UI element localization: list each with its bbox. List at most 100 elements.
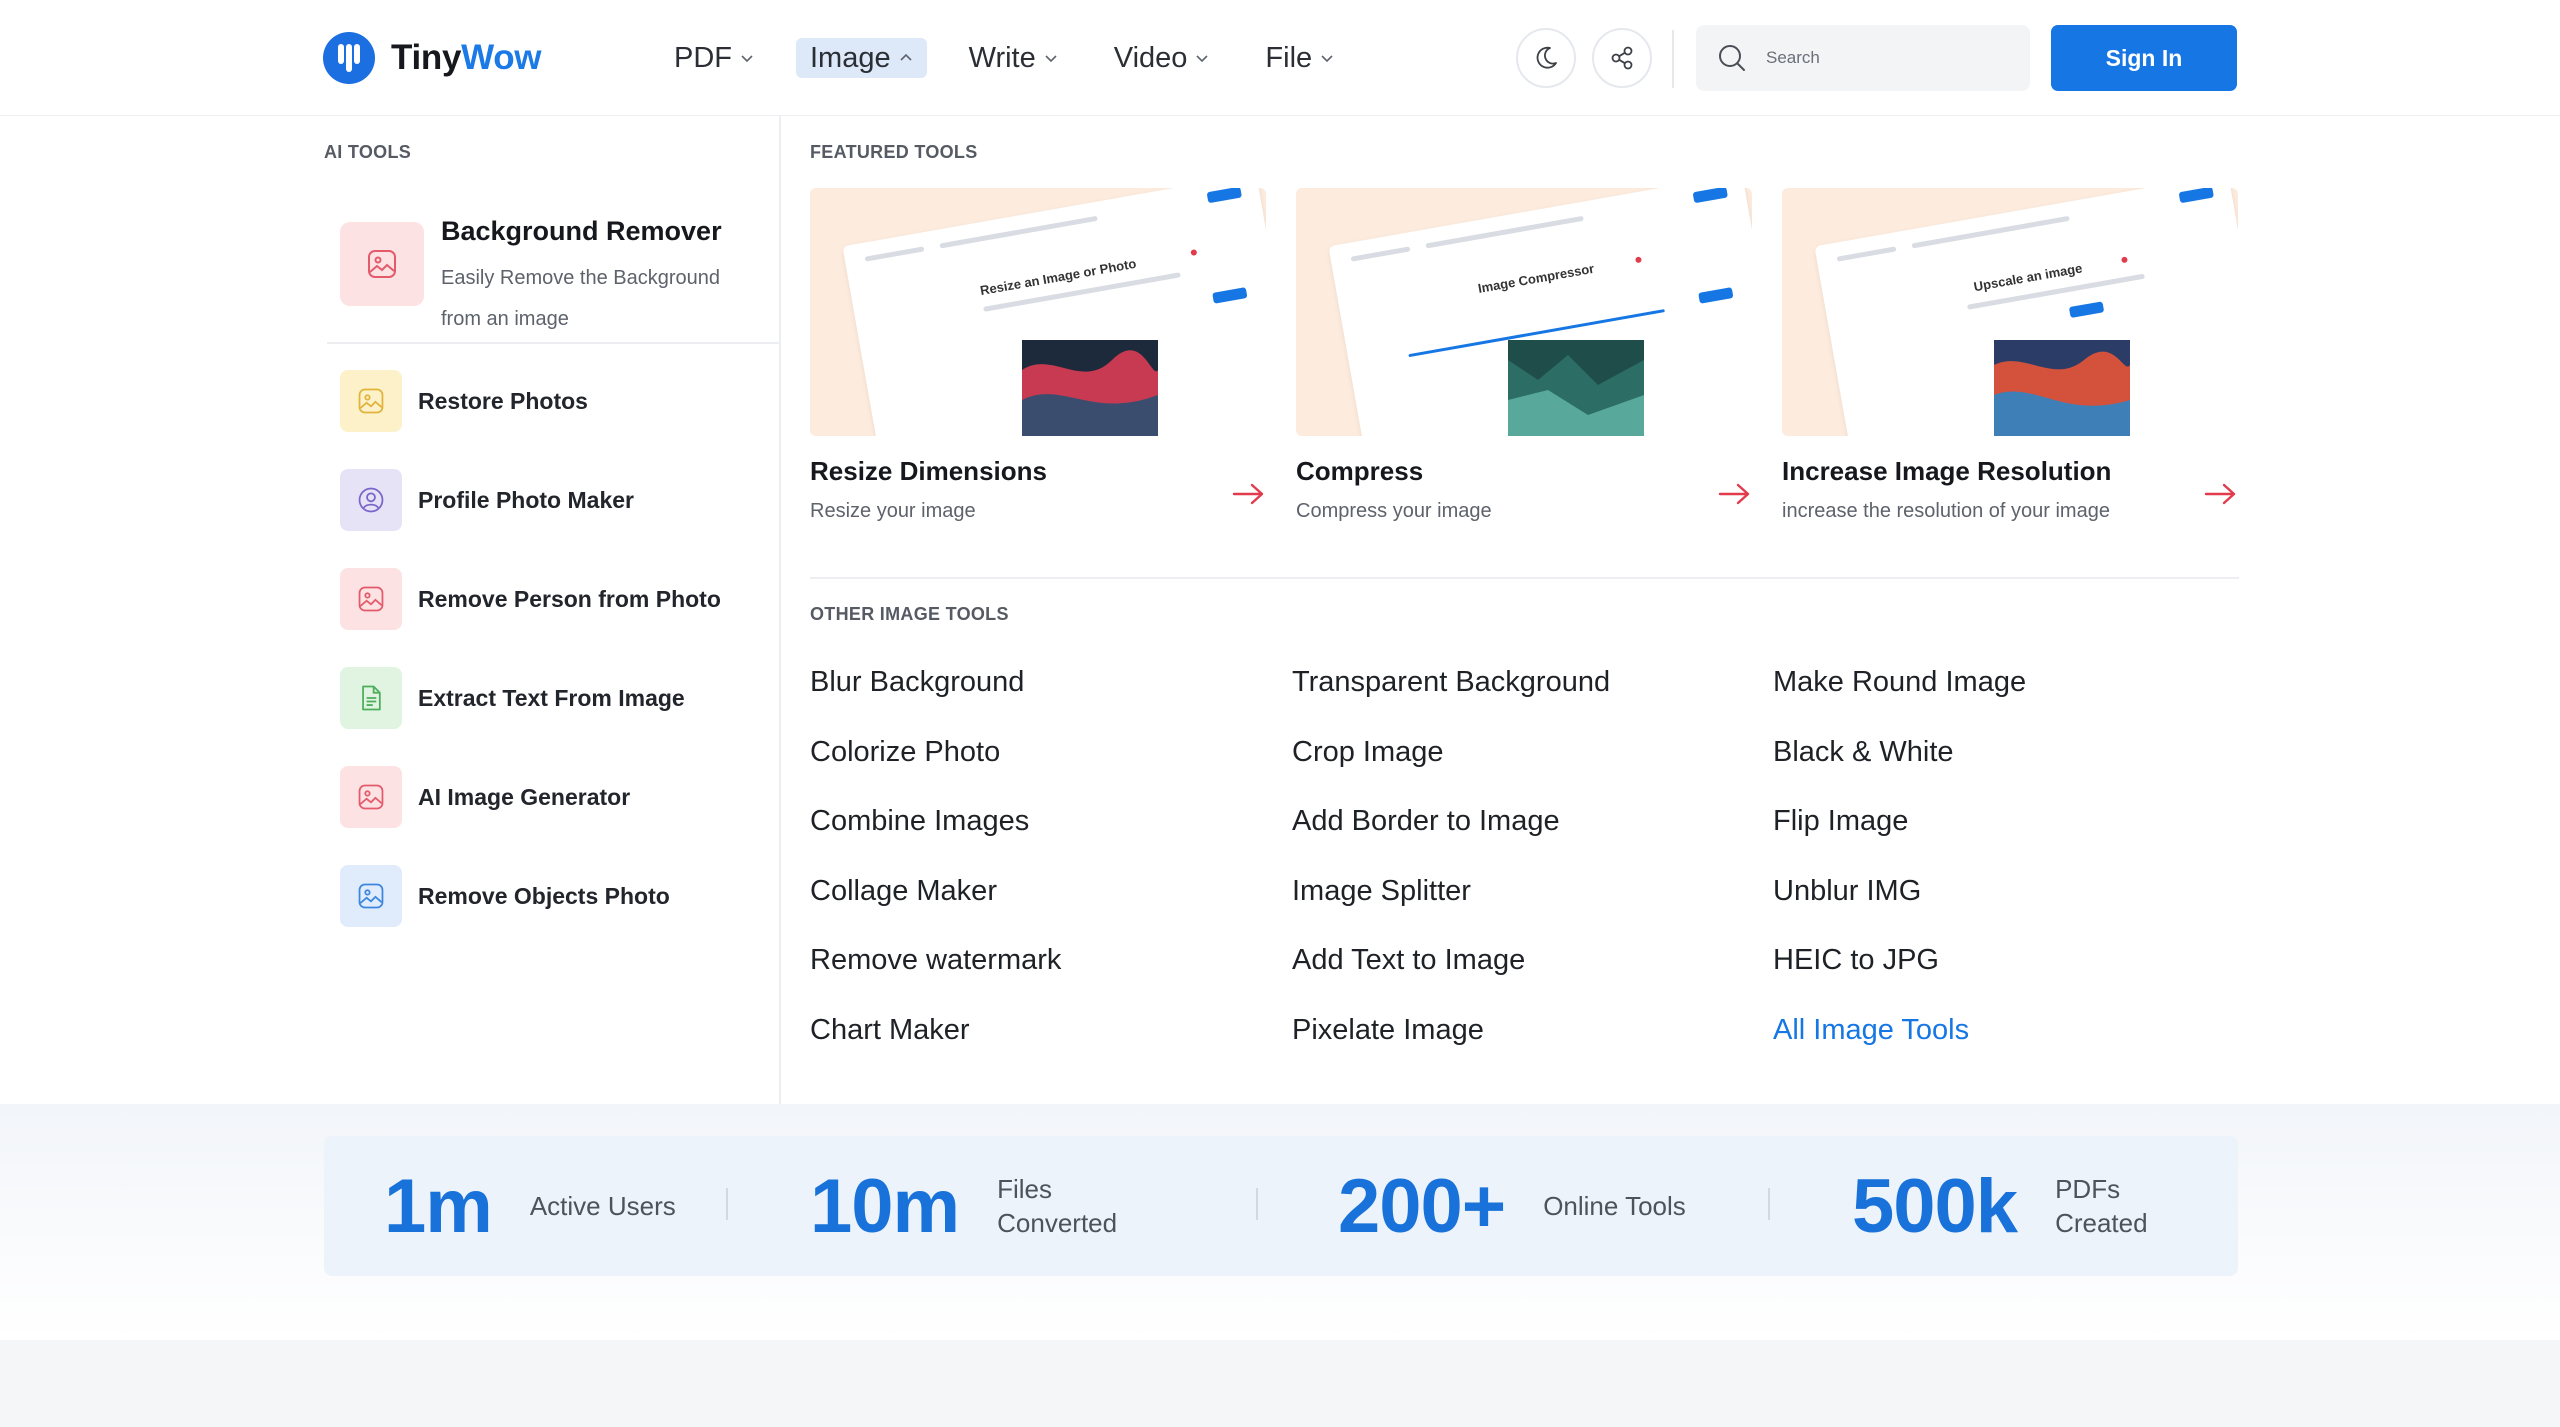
ai-item-restore-photos[interactable]: Restore Photos [340,370,588,432]
ai-item-remove-objects[interactable]: Remove Objects Photo [340,865,670,927]
stat-divider [1768,1188,1770,1220]
background-remover-tile [340,222,424,306]
tool-link-add-border[interactable]: Add Border to Image [1292,805,1560,838]
sample-photo-image [1994,340,2130,436]
ai-item-ai-image-generator[interactable]: AI Image Generator [340,766,630,828]
featured-card-increase-resolution[interactable]: Upscale an image Increase Image Resoluti… [1782,188,2238,548]
nav-write[interactable]: Write [955,38,1072,78]
stat-value: 500k [1852,1163,2018,1249]
background-remover-item[interactable]: Background Remover Easily Remove the Bac… [340,202,760,342]
main-nav: PDF Image Write Video File [660,36,1376,80]
image-mega-menu: AI TOOLS Background Remover Easily Remov… [0,116,2560,1104]
tinywow-logo[interactable]: TinyWow [323,32,542,84]
stat-value: 1m [384,1163,493,1249]
card-title: Resize Dimensions [810,456,1047,486]
logo-mark-icon [323,32,375,84]
search-input[interactable] [1766,48,1996,68]
tool-link-transparent-background[interactable]: Transparent Background [1292,666,1610,699]
remove-person-tile [340,568,402,630]
tool-link-remove-watermark[interactable]: Remove watermark [810,944,1061,977]
resize-thumbnail: Resize an Image or Photo [810,188,1266,436]
tool-link-blur-background[interactable]: Blur Background [810,666,1024,699]
tool-link-unblur-img[interactable]: Unblur IMG [1773,875,1921,908]
tool-link-flip-image[interactable]: Flip Image [1773,805,1908,838]
share-icon [1611,46,1633,70]
chevron-up-icon [900,53,912,61]
share-button[interactable] [1592,28,1652,88]
image-icon [358,784,384,810]
nav-label: Image [810,41,891,74]
search-box[interactable] [1696,25,2030,91]
ai-item-profile-photo-maker[interactable]: Profile Photo Maker [340,469,634,531]
ai-tools-separator [327,342,779,344]
sample-photo-image [1022,340,1158,436]
nav-image[interactable]: Image [796,38,927,78]
tool-link-image-splitter[interactable]: Image Splitter [1292,875,1471,908]
ai-item-label: AI Image Generator [418,783,631,810]
featured-card-compress[interactable]: Image Compressor Compress Compress your … [1296,188,1752,548]
logo-text-wow: Wow [461,38,542,77]
tool-link-black-white[interactable]: Black & White [1773,736,1954,769]
featured-card-resize[interactable]: Resize an Image or Photo Resize Dimensio… [810,188,1266,548]
stat-value: 10m [810,1163,960,1249]
chevron-down-icon [1196,55,1208,63]
top-header: TinyWow PDF Image Write Video File Searc… [0,0,2560,116]
document-icon [362,685,381,711]
restore-photos-tile [340,370,402,432]
ai-image-generator-tile [340,766,402,828]
nav-label: Video [1113,41,1188,74]
thumb-headline: Resize an Image or Photo [978,255,1138,299]
ai-item-label: Restore Photos [418,387,588,414]
other-tools-label: OTHER IMAGE TOOLS [810,604,1009,624]
card-desc: Compress your image [1296,500,1492,522]
card-title: Compress [1296,456,1424,486]
search-icon [1719,45,1745,71]
tool-link-combine-images[interactable]: Combine Images [810,805,1029,838]
ai-item-remove-person[interactable]: Remove Person from Photo [340,568,721,630]
arrow-right-icon [1718,483,1750,505]
background-remover-desc: Easily Remove the Background from an ima… [441,267,721,330]
tool-link-heic-to-jpg[interactable]: HEIC to JPG [1773,944,1939,977]
tool-link-colorize-photo[interactable]: Colorize Photo [810,736,1000,769]
ai-item-label: Extract Text From Image [418,684,685,711]
tool-link-make-round-image[interactable]: Make Round Image [1773,666,2026,699]
upscale-thumbnail: Upscale an image [1782,188,2238,436]
ai-item-extract-text[interactable]: Extract Text From Image [340,667,685,729]
thumb-headline: Image Compressor [1476,260,1596,297]
profile-photo-maker-tile [340,469,402,531]
sample-photo-image [1508,340,1644,436]
logo-text-tiny: Tiny [391,38,462,77]
nav-file[interactable]: File [1251,38,1348,78]
chevron-down-icon [741,55,753,63]
nav-pdf[interactable]: PDF [660,38,768,78]
dark-mode-toggle[interactable] [1516,28,1576,88]
ai-item-label: Remove Person from Photo [418,585,721,612]
image-icon [358,388,384,414]
image-icon [358,883,384,909]
stats-bar: 1m Active Users 10m Files Converted 200+… [324,1136,2238,1276]
chevron-down-icon [1321,55,1333,63]
stat-files-converted: 10m Files Converted [810,1136,1147,1276]
tool-link-chart-maker[interactable]: Chart Maker [810,1014,970,1047]
nav-label: PDF [674,41,732,74]
tool-link-pixelate-image[interactable]: Pixelate Image [1292,1014,1484,1047]
stat-divider [1256,1188,1258,1220]
header-divider [1672,30,1674,88]
stat-pdfs-created: 500k PDFs Created [1852,1136,2205,1276]
tool-link-crop-image[interactable]: Crop Image [1292,736,1444,769]
tool-link-collage-maker[interactable]: Collage Maker [810,875,997,908]
user-circle-icon [358,487,384,513]
chevron-down-icon [1045,55,1057,63]
tool-link-all-image-tools[interactable]: All Image Tools [1773,1014,1969,1047]
remove-objects-tile [340,865,402,927]
stat-label: Files Converted [997,1174,1118,1238]
image-icon [368,250,396,278]
nav-video[interactable]: Video [1100,38,1224,78]
nav-label: Write [968,41,1036,74]
card-desc: increase the resolution of your image [1782,500,2110,522]
sign-in-button[interactable]: Sign In [2051,25,2237,91]
ai-item-label: Profile Photo Maker [418,486,634,513]
tool-link-add-text[interactable]: Add Text to Image [1292,944,1525,977]
image-icon [358,586,384,612]
stat-label: Online Tools [1543,1191,1686,1221]
